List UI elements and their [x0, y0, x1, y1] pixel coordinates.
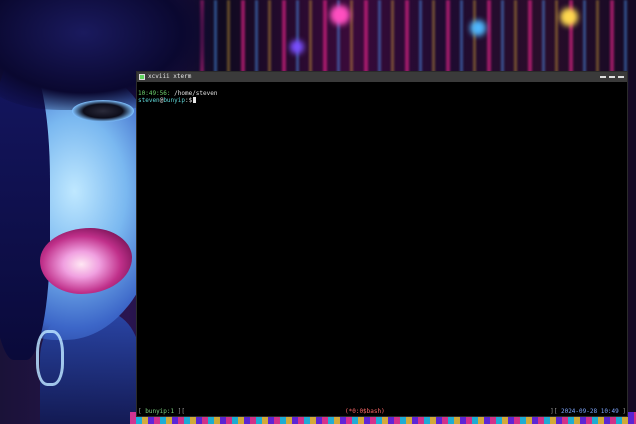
wallpaper-bokeh-light [560, 8, 578, 26]
wallpaper-bokeh-light [290, 40, 304, 54]
wallpaper-figure-eye [72, 100, 134, 122]
status-bracket: ][ [550, 408, 561, 415]
line-timestamp: 10:49:56: [138, 90, 171, 97]
close-icon[interactable] [618, 76, 624, 78]
terminal-output[interactable]: 10:49:56: /home/steven steven@bunyip:$ [… [137, 82, 627, 416]
window-titlebar[interactable]: xcviii xterm [137, 72, 627, 82]
minimize-icon[interactable] [600, 76, 606, 78]
status-window-tab[interactable]: (*0:0$bash) [345, 407, 385, 416]
maximize-icon[interactable] [609, 76, 615, 78]
prompt-suffix: :$ [185, 97, 193, 104]
terminal-prompt: steven@bunyip:$ [138, 97, 626, 104]
status-session: bunyip:1 [145, 408, 175, 415]
xterm-window[interactable]: xcviii xterm 10:49:56: /home/steven stev… [136, 71, 628, 417]
status-bracket: ] [618, 408, 626, 415]
window-controls [600, 74, 624, 78]
status-bracket: ][ [174, 408, 185, 415]
window-title: xcviii xterm [148, 73, 192, 80]
status-datetime: 2024-09-28 10:49 [560, 408, 619, 415]
prompt-host: bunyip [163, 97, 185, 104]
status-left: [ bunyip:1 ][ [138, 407, 185, 416]
terminal-icon [139, 74, 145, 80]
wallpaper-figure-earring [36, 330, 64, 386]
status-right: ][ 2024-09-28 10:49 ] [550, 407, 626, 416]
prompt-user: steven [138, 97, 160, 104]
tmux-status-bar: [ bunyip:1 ][ (*0:0$bash) ][ 2024-09-28 … [137, 407, 627, 416]
text-cursor [193, 97, 197, 103]
terminal-line: 10:49:56: /home/steven [138, 90, 626, 97]
wallpaper-bokeh-light [330, 5, 350, 25]
wallpaper-bokeh-light [470, 20, 486, 36]
line-path: /home/steven [170, 90, 218, 97]
